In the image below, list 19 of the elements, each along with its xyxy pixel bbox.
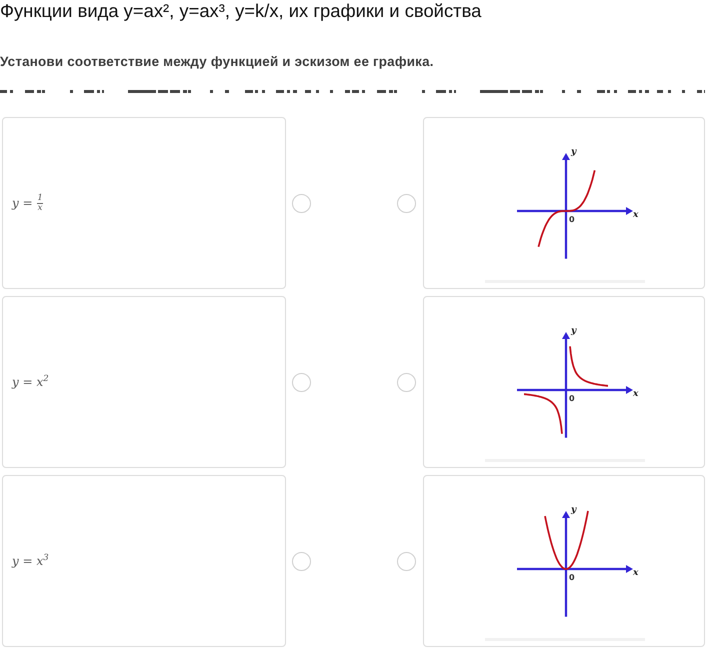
radio-button[interactable] [292,194,311,212]
formula: y = x$^{2}$ [12,375,49,389]
axis-label: y [571,505,576,515]
origin-label: 0 [569,394,575,403]
instruction-text: Установи соответствие между функцией и эскизом ее графика. [0,54,434,70]
axis-label: x [633,568,638,578]
radio-button[interactable] [397,552,416,570]
origin-label: 0 [569,215,575,224]
radio-button[interactable] [397,194,416,212]
page-title: Функции вида y=ax², y=ax³, y=k/x, их графики и свойства [0,0,482,22]
axis-label: y [571,147,576,157]
formula: y = x$^{3}$ [12,554,49,568]
axis-label: x [633,389,638,399]
radio-button[interactable] [292,552,311,570]
axis-label: y [571,326,576,336]
radio-button[interactable] [292,372,311,392]
radio-button[interactable] [397,372,416,392]
axis-label: x [633,210,638,220]
origin-label: 0 [569,573,575,582]
